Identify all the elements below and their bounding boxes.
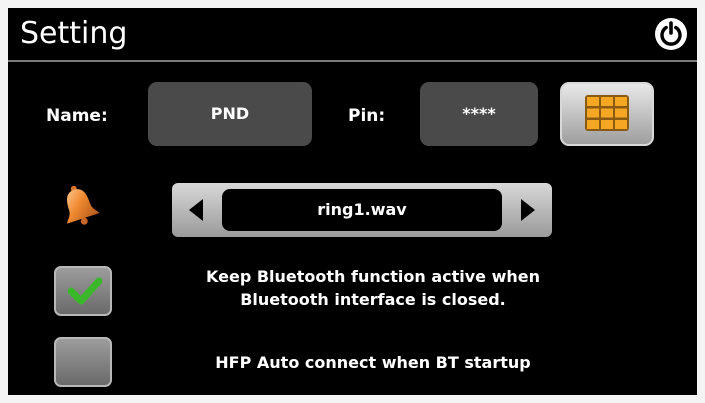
ringtone-prev-button[interactable] [172,183,220,237]
hfp-auto-connect-label: HFP Auto connect when BT startup [215,353,531,372]
ringtone-selector: ring1.wav [172,183,552,237]
header-bar: Setting [8,8,697,60]
header-divider [8,60,697,62]
power-button[interactable] [655,18,687,50]
keep-bluetooth-label-line2: Bluetooth interface is closed. [240,290,506,309]
hfp-auto-connect-checkbox[interactable] [54,337,112,387]
keypad-button[interactable] [560,82,654,146]
triangle-left-icon [189,199,203,221]
name-field[interactable]: PND [148,82,312,146]
keypad-icon [585,95,629,131]
ringtone-value: ring1.wav [222,189,502,231]
keep-bluetooth-label-line1: Keep Bluetooth function active when [206,267,540,286]
name-label: Name: [46,106,108,126]
settings-screen: Setting Name: PND Pin: **** ring1.wav Ke… [8,8,697,395]
pin-label: Pin: [348,106,386,126]
checkmark-icon [68,277,102,305]
ringtone-next-button[interactable] [504,183,552,237]
bell-icon [56,182,102,232]
pin-field[interactable]: **** [420,82,538,146]
power-icon [660,21,682,46]
page-title: Setting [20,16,128,51]
triangle-right-icon [521,199,535,221]
keep-bluetooth-checkbox[interactable] [54,266,112,316]
